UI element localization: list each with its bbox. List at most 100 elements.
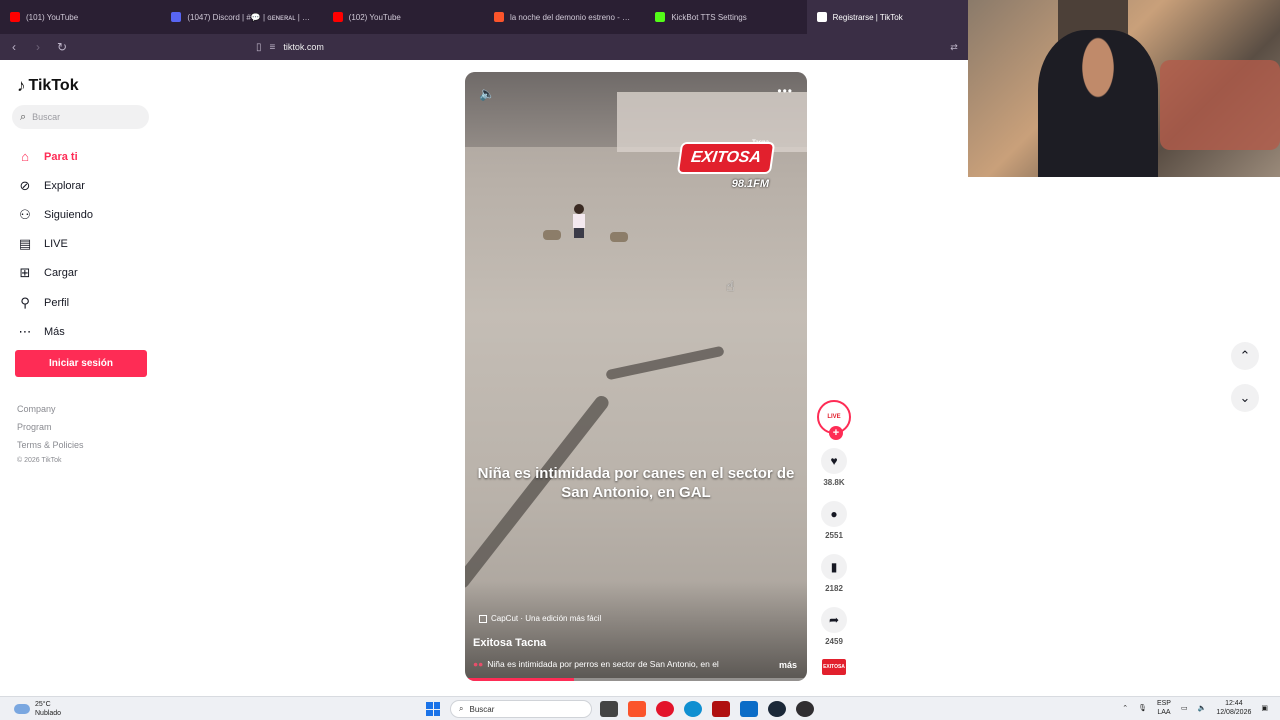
address-bar[interactable]: ▯ ≡ tiktok.com — [256, 37, 956, 57]
forward-icon[interactable]: › — [28, 37, 48, 57]
sidebar-item-siguiendo[interactable]: ⚇ Siguiendo — [17, 200, 93, 229]
creator-avatar[interactable]: LIVE + — [817, 400, 851, 440]
save-action[interactable]: ▮ 2182 — [815, 554, 853, 593]
edge-icon[interactable] — [684, 701, 702, 717]
follow-plus-icon[interactable]: + — [829, 426, 843, 440]
sidebar-item-para-ti[interactable]: ⌂ Para ti — [17, 142, 93, 171]
search-input[interactable]: ⌕ Buscar — [12, 105, 149, 129]
weather-condition: Nublado — [35, 710, 62, 717]
exitosa-watermark-brand: EXITOSA — [676, 142, 776, 174]
footer-company-link[interactable]: Company — [17, 404, 84, 422]
share-action[interactable]: ➦ 2459 — [815, 607, 853, 646]
search-icon: ⌕ — [20, 110, 27, 123]
store-icon[interactable] — [740, 701, 758, 717]
video-progress-bar[interactable] — [465, 678, 807, 681]
footer-terms-link[interactable]: Terms & Policies — [17, 440, 84, 458]
taskbar-search[interactable]: ⌕ Buscar — [450, 700, 592, 718]
system-tray: ⌃ 🎙 ESP LAA ▭ 🔈 12:44 12/08/2026 ▣ — [1122, 699, 1268, 717]
site-info-icon[interactable]: ≡ — [270, 42, 276, 53]
reload-icon[interactable]: ↻ — [52, 37, 72, 57]
file-explorer-icon[interactable] — [600, 701, 618, 717]
video-scene-dog — [610, 232, 628, 242]
video-caption-overlay: Niña es intimidada por canes en el secto… — [477, 465, 795, 501]
sidebar-item-label: Siguiendo — [44, 208, 93, 221]
bookmark-icon[interactable]: ▮ — [821, 554, 847, 580]
display-icon[interactable]: ▭ — [1181, 704, 1188, 712]
heart-icon[interactable]: ♥ — [821, 448, 847, 474]
notification-icon[interactable]: ▣ — [1261, 704, 1268, 712]
opera-icon[interactable] — [656, 701, 674, 717]
tab-label: (101) YouTube — [26, 12, 79, 22]
share-icon[interactable]: ➦ — [821, 607, 847, 633]
sidebar-item-mas[interactable]: ⋯ Más — [17, 317, 93, 346]
weather-widget[interactable]: 25°C Nublado — [14, 700, 61, 718]
description-more-link[interactable]: más — [779, 660, 797, 670]
previous-video-button[interactable]: ⌃ — [1231, 342, 1259, 370]
taskbar-apps — [600, 701, 814, 717]
browser-tab[interactable]: (1047) Discord | #💬 | ɢᴇɴᴇʀᴀʟ | EISUS — [161, 0, 322, 34]
browser-tab[interactable]: (102) YouTube — [323, 0, 484, 34]
clock[interactable]: 12:44 12/08/2026 — [1216, 699, 1251, 717]
bookmark-icon[interactable]: ▯ — [256, 42, 262, 53]
language-top: ESP — [1156, 700, 1171, 707]
exitosa-watermark-city: Tacna — [752, 140, 769, 146]
sidebar-item-explorar[interactable]: ⊘ Explorar — [17, 171, 93, 200]
screen: (101) YouTube (1047) Discord | #💬 | ɢᴇɴᴇʀ… — [0, 0, 1280, 720]
music-disc[interactable]: EXITOSA — [822, 659, 846, 675]
video-more-icon[interactable]: ••• — [777, 84, 793, 98]
brave-icon[interactable] — [628, 701, 646, 717]
microphone-icon[interactable]: 🎙 — [1138, 704, 1147, 712]
footer-copyright: © 2026 TikTok — [17, 457, 62, 465]
webcam-person — [1038, 30, 1158, 177]
next-video-button[interactable]: ⌄ — [1231, 384, 1259, 412]
sidebar-footer: Company Program Terms & Policies © 2026 … — [17, 404, 84, 475]
sidebar-item-label: Cargar — [44, 267, 78, 280]
footer-program-link[interactable]: Program — [17, 422, 84, 440]
sidebar-item-label: Para ti — [44, 150, 78, 163]
sidebar-item-live[interactable]: ▤ LIVE — [17, 230, 93, 259]
video-author[interactable]: Exitosa Tacna — [473, 637, 546, 649]
mouse-cursor-icon: ☝ — [726, 278, 735, 294]
browser-tab[interactable]: la noche del demonio estreno - Brave — [484, 0, 645, 34]
sidebar-item-cargar[interactable]: ⊞ Cargar — [17, 259, 93, 288]
video-player[interactable]: 🔈 ••• EXITOSA Tacna 98.1FM Niña es intim… — [465, 72, 807, 681]
tiktok-note-icon: ♪ — [17, 76, 26, 95]
steam-icon[interactable] — [768, 701, 786, 717]
capcut-tag[interactable]: CapCut · Una edición más fácil — [479, 614, 601, 623]
url-text: tiktok.com — [283, 42, 324, 52]
home-icon: ⌂ — [21, 149, 29, 165]
sidebar-item-label: Más — [44, 325, 65, 338]
translate-icon[interactable]: ⇄ — [944, 37, 964, 57]
app-red-icon[interactable] — [712, 701, 730, 717]
video-actions: LIVE + ♥ 38.8K ● 2551 ▮ 2182 ➦ 2459 — [815, 400, 853, 646]
tray-chevron-icon[interactable]: ⌃ — [1122, 704, 1128, 712]
video-description: ●● Niña es intimidada por perros en secto… — [473, 659, 773, 669]
volume-icon[interactable]: 🔈 — [1198, 704, 1207, 712]
comment-action[interactable]: ● 2551 — [815, 501, 853, 540]
search-placeholder: Buscar — [32, 112, 61, 122]
login-button[interactable]: Iniciar sesión — [15, 350, 147, 377]
sidebar-item-label: Explorar — [44, 179, 85, 192]
video-scene-pole-shadow-top — [605, 345, 725, 381]
browser-tab[interactable]: KickBot TTS Settings — [645, 0, 806, 34]
webcam-sofa — [1160, 60, 1280, 150]
language-indicator[interactable]: ESP LAA — [1157, 699, 1171, 717]
obs-icon[interactable] — [796, 701, 814, 717]
windows-start-icon[interactable] — [426, 702, 440, 716]
clock-date: 12/08/2026 — [1216, 709, 1252, 716]
video-scene-dog — [543, 230, 561, 240]
sidebar-item-perfil[interactable]: ⚲ Perfil — [17, 288, 93, 317]
like-action[interactable]: ♥ 38.8K — [815, 448, 853, 487]
tiktok-logo[interactable]: ♪ TikTok — [17, 76, 79, 96]
upload-icon: ⊞ — [19, 265, 31, 281]
mute-icon[interactable]: 🔈 — [479, 86, 495, 102]
capcut-icon — [479, 614, 487, 623]
tab-label: KickBot TTS Settings — [671, 12, 747, 22]
back-icon[interactable]: ‹ — [4, 37, 24, 57]
exitosa-watermark: EXITOSA Tacna 98.1FM — [676, 140, 776, 190]
comment-icon[interactable]: ● — [821, 501, 847, 527]
browser-tab[interactable]: Registrarse | TikTok — [806, 0, 968, 34]
browser-tab[interactable]: (101) YouTube — [0, 0, 161, 34]
cloud-icon — [14, 704, 30, 714]
tab-favicon-icon — [816, 12, 827, 22]
